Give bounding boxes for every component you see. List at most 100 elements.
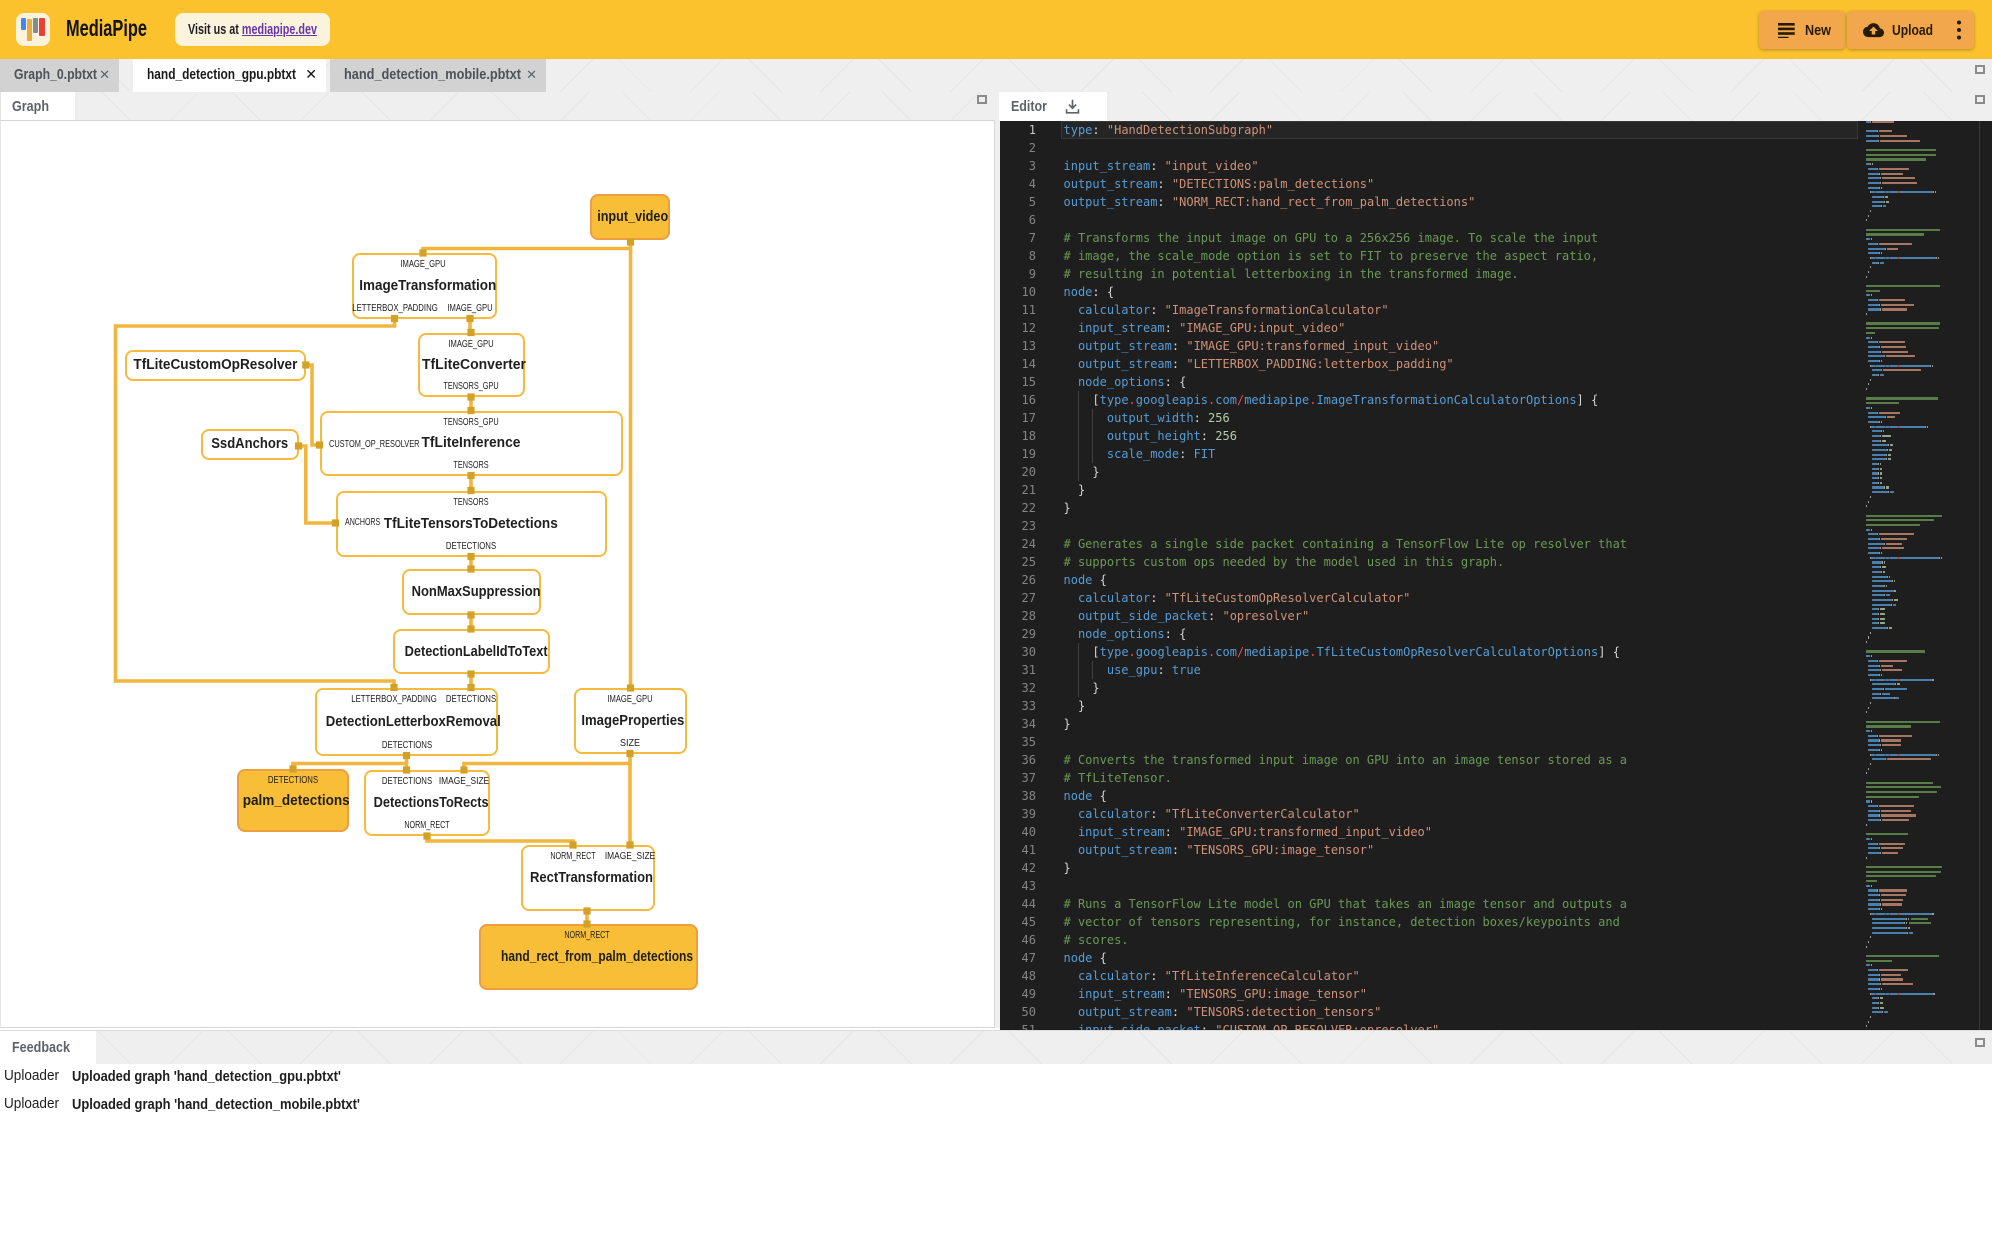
code-line[interactable]: 34} <box>1000 715 1992 733</box>
mediapipe-dev-link[interactable]: mediapipe.dev <box>242 21 317 38</box>
code-line[interactable]: 33 } <box>1000 697 1992 715</box>
code-line[interactable]: 2 <box>1000 139 1992 157</box>
code-line[interactable]: 29 node_options: { <box>1000 625 1992 643</box>
code-line[interactable]: 21 } <box>1000 481 1992 499</box>
code-line[interactable]: 47 node { <box>1000 949 1992 967</box>
code-text: } <box>1092 681 1100 695</box>
code-line[interactable]: 51 input_side_packet: "CUSTOM_OP_RESOLVE… <box>1000 1021 1992 1030</box>
new-button[interactable]: New <box>1759 11 1845 49</box>
line-number: 10 <box>1021 285 1036 299</box>
code-line[interactable]: 50 output_stream: "TENSORS:detection_ten… <box>1000 1003 1992 1021</box>
line-number: 5 <box>1028 195 1036 209</box>
code-line[interactable]: 42} <box>1000 859 1992 877</box>
graph-node-DetectionLabelIdToText[interactable]: DetectionLabelIdToText <box>392 629 550 674</box>
code-line[interactable]: 37 # TfLiteTensor. <box>1000 769 1992 787</box>
close-tab-icon[interactable]: ✕ <box>99 67 110 83</box>
graph-node-TfLiteCustomOpResolver[interactable]: TfLiteCustomOpResolver <box>125 349 306 381</box>
graph-node-SsdAnchors[interactable]: SsdAnchors <box>200 428 299 460</box>
code-line[interactable]: 7 # Transforms the input image on GPU to … <box>1000 229 1992 247</box>
code-line[interactable]: 13 output_stream: "IMAGE_GPU:transformed… <box>1000 337 1992 355</box>
file-tab-graph0[interactable]: Graph_0.pbtxt ✕ <box>0 59 119 92</box>
code-line[interactable]: 23 <box>1000 517 1992 535</box>
code-line[interactable]: 38 node { <box>1000 787 1992 805</box>
maximize-feedback-icon[interactable] <box>1975 1038 1985 1047</box>
graph-node-ImageTransformation[interactable]: ImageTransformation IMAGE_GPU LETTERBOX_PA… <box>351 253 497 319</box>
code-line[interactable]: 31 use_gpu: true <box>1000 661 1992 679</box>
code-line[interactable]: 40 input_stream: "IMAGE_GPU:transformed_… <box>1000 823 1992 841</box>
code-line[interactable]: 26 node { <box>1000 571 1992 589</box>
maximize-editor-icon[interactable] <box>1975 95 1985 104</box>
graph-canvas[interactable]: input_video ImageTransformation IMAGE_GPU L… <box>0 120 995 1028</box>
graph-node-hand_rect_from_palm_detections[interactable]: hand_rect_from_palm_detections NORM_RECT <box>478 924 698 990</box>
code-line[interactable]: 32 } <box>1000 679 1992 697</box>
code-line[interactable]: 45 # vector of tensors representing, for … <box>1000 913 1992 931</box>
code-line[interactable]: 30 [type.googleapis.com/mediapipe.TfLite… <box>1000 643 1992 661</box>
close-tab-icon[interactable]: ✕ <box>526 67 537 83</box>
code-line[interactable]: 28 output_side_packet: "opresolver" <box>1000 607 1992 625</box>
code-line[interactable]: 19 scale_mode: FIT <box>1000 445 1992 463</box>
maximize-graph-icon[interactable] <box>977 95 987 104</box>
code-line[interactable]: 20 } <box>1000 463 1992 481</box>
editor-panel-tab[interactable]: Editor <box>999 92 1107 121</box>
graph-node-TfLiteTensorsToDetections[interactable]: TfLiteTensorsToDetections TENSORS DETECTIO… <box>335 490 607 557</box>
code-line[interactable]: 3 input_stream: "input_video" <box>1000 157 1992 175</box>
code-line[interactable]: 15 node_options: { <box>1000 373 1992 391</box>
graph-node-input_video[interactable]: input_video <box>590 194 670 240</box>
port-label: DETECTIONS <box>445 693 497 705</box>
code-line[interactable]: 6 <box>1000 211 1992 229</box>
code-editor[interactable]: 1 type: "HandDetectionSubgraph" 2 3 input_st… <box>1000 121 1992 1030</box>
code-line[interactable]: 17 output_width: 256 <box>1000 409 1992 427</box>
minimap[interactable] <box>1862 121 1979 1030</box>
code-line[interactable]: 24 # Generates a single side packet conta… <box>1000 535 1992 553</box>
upload-button[interactable]: Upload <box>1847 11 1974 49</box>
code-line[interactable]: 39 calculator: "TfLiteConverterCalculato… <box>1000 805 1992 823</box>
code-text: input_side_packet: "CUSTOM_OP_RESOLVER:o… <box>1077 1023 1440 1030</box>
code-text: node { <box>1063 789 1107 803</box>
feedback-strip <box>0 1030 1992 1064</box>
file-tab-hand-detection-gpu[interactable]: hand_detection_gpu.pbtxt ✕ <box>133 59 326 92</box>
graph-node-RectTransformation[interactable]: RectTransformation NORM_RECT IMAGE_SIZE <box>520 845 655 911</box>
code-line[interactable]: 36 # Converts the transformed input image… <box>1000 751 1992 769</box>
code-line[interactable]: 9 # resulting in potential letterboxing i… <box>1000 265 1992 283</box>
graph-node-palm_detections[interactable]: palm_detections DETECTIONS <box>237 769 350 832</box>
graph-node-title: palm_detections <box>242 792 350 809</box>
feedback-panel-tab[interactable]: Feedback <box>0 1031 96 1064</box>
close-tab-icon[interactable]: ✕ <box>305 66 317 83</box>
code-line[interactable]: 10 node: { <box>1000 283 1992 301</box>
kebab-menu-icon[interactable] <box>1956 20 1961 40</box>
code-line[interactable]: 1 type: "HandDetectionSubgraph" <box>1000 121 1992 139</box>
code-line[interactable]: 49 input_stream: "TENSORS_GPU:image_tens… <box>1000 985 1992 1003</box>
code-line[interactable]: 4 output_stream: "DETECTIONS:palm_detecti… <box>1000 175 1992 193</box>
maximize-tabs-icon[interactable] <box>1975 65 1985 74</box>
code-line[interactable]: 48 calculator: "TfLiteInferenceCalculato… <box>1000 967 1992 985</box>
code-line[interactable]: 41 output_stream: "TENSORS_GPU:image_ten… <box>1000 841 1992 859</box>
code-line[interactable]: 35 <box>1000 733 1992 751</box>
download-icon[interactable] <box>1063 97 1082 116</box>
code-line[interactable]: 18 output_height: 256 <box>1000 427 1992 445</box>
code-text: type: "HandDetectionSubgraph" <box>1063 123 1274 137</box>
graph-node-ImageProperties[interactable]: ImageProperties IMAGE_GPU SIZE <box>573 687 687 754</box>
code-line[interactable]: 16 [type.googleapis.com/mediapipe.ImageT… <box>1000 391 1992 409</box>
graph-node-DetectionLetterboxRemoval[interactable]: DetectionLetterboxRemoval LETTERBOX_PADDI… <box>315 687 501 756</box>
code-line[interactable]: 14 output_stream: "LETTERBOX_PADDING:let… <box>1000 355 1992 373</box>
code-line[interactable]: 12 input_stream: "IMAGE_GPU:input_video" <box>1000 319 1992 337</box>
code-line[interactable]: 43 <box>1000 877 1992 895</box>
port-label: LETTERBOX_PADDING <box>351 693 437 705</box>
file-tab-hand-detection-mobile[interactable]: hand_detection_mobile.pbtxt ✕ <box>330 59 546 92</box>
code-line[interactable]: 11 calculator: "ImageTransformationCalcu… <box>1000 301 1992 319</box>
line-number: 43 <box>1021 879 1036 893</box>
graph-node-TfLiteInference[interactable]: TfLiteInference TENSORS_GPU TENSORS CUSTOM_… <box>319 410 623 476</box>
graph-node-DetectionsToRects[interactable]: DetectionsToRects DETECTIONS IMAGE_SIZE NOR… <box>363 770 490 836</box>
code-line[interactable]: 5 output_stream: "NORM_RECT:hand_rect_fro… <box>1000 193 1992 211</box>
code-line[interactable]: 22} <box>1000 499 1992 517</box>
port-label: TENSORS_GPU <box>443 416 499 428</box>
code-line[interactable]: 27 calculator: "TfLiteCustomOpResolverCa… <box>1000 589 1992 607</box>
code-line[interactable]: 25 # supports custom ops needed by the mo… <box>1000 553 1992 571</box>
code-line[interactable]: 8 # image, the scale_mode option is set t… <box>1000 247 1992 265</box>
line-number: 30 <box>1021 645 1036 659</box>
code-line[interactable]: 44 # Runs a TensorFlow Lite model on GPU … <box>1000 895 1992 913</box>
code-line[interactable]: 46 # scores. <box>1000 931 1992 949</box>
graph-node-NonMaxSuppression[interactable]: NonMaxSuppression <box>402 569 541 615</box>
graph-panel-tab[interactable]: Graph <box>0 92 75 121</box>
graph-node-TfLiteConverter[interactable]: TfLiteConverter IMAGE_GPU TENSORS_GPU <box>418 332 526 397</box>
